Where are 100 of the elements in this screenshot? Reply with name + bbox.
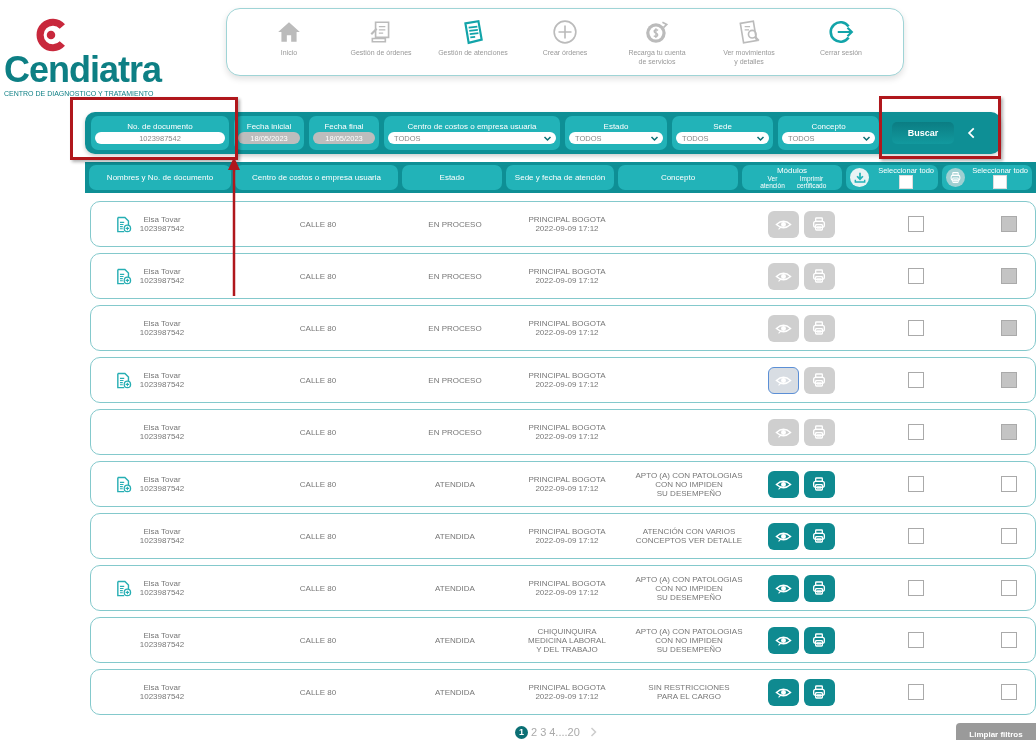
- print-checkbox[interactable]: [1001, 632, 1017, 648]
- print-checkbox[interactable]: [1001, 476, 1017, 492]
- cost-center-cell-text: CALLE 80: [298, 323, 338, 333]
- filter-label: Estado: [603, 122, 629, 131]
- download-checkbox[interactable]: [908, 684, 924, 700]
- patient-name-document: Elsa Tovar 1023987542: [139, 215, 185, 233]
- site-date-cell: PRINCIPAL BOGOTA 2022-09-09 17:12: [528, 319, 606, 337]
- printer-icon: [811, 632, 827, 648]
- cost-center-cell-text: CALLE 80: [298, 687, 338, 697]
- download-checkbox[interactable]: [908, 424, 924, 440]
- patient-name-document: Elsa Tovar 1023987542: [139, 267, 185, 285]
- status-cell-text: EN PROCESO: [427, 323, 483, 333]
- document-plus-icon[interactable]: [115, 215, 132, 233]
- concept-cell: APTO (A) CON PATOLOGIAS CON NO IMPIDEN SU DESEMPEÑO: [635, 470, 743, 498]
- filter-label: Centro de costos o empresa usuaria: [407, 122, 537, 131]
- search-button[interactable]: Buscar: [892, 122, 954, 144]
- view-button[interactable]: [767, 626, 799, 654]
- printer-icon: [811, 684, 827, 700]
- view-button[interactable]: [767, 470, 799, 498]
- cost-center-cell-text: CALLE 80: [298, 583, 338, 593]
- clear-filters-button[interactable]: Limpiar filtros: [956, 723, 1036, 740]
- view-button[interactable]: [767, 522, 799, 550]
- print-button[interactable]: [803, 470, 835, 498]
- column-header: Módulos: [776, 166, 808, 175]
- site-date-cell: PRINCIPAL BOGOTA 2022-09-09 17:12: [528, 423, 606, 441]
- download-checkbox[interactable]: [908, 268, 924, 284]
- column-header: Estado: [402, 165, 502, 190]
- site-date-cell: PRINCIPAL BOGOTA 2022-09-09 17:12: [528, 267, 606, 285]
- cost-center-cell-text: CALLE 80: [298, 479, 338, 489]
- print-button[interactable]: [803, 574, 835, 602]
- printer-icon: [811, 476, 827, 492]
- page-link[interactable]: 4....20: [549, 726, 580, 738]
- select-all-checkbox[interactable]: [899, 175, 914, 189]
- cost-center-cell-text: CALLE 80: [298, 531, 338, 541]
- coin-arrow-icon: [644, 19, 670, 45]
- column-header: Nombres y No. de documento: [89, 165, 231, 190]
- cost-center-cell-text: CALLE 80: [298, 219, 338, 229]
- printer-icon: [811, 320, 827, 336]
- page-link[interactable]: 2: [531, 726, 538, 738]
- cost-center-cell-text: CALLE 80: [298, 635, 338, 645]
- printer-icon: [811, 372, 827, 388]
- concept-cell: SIN RESTRICCIONES PARA EL CARGO: [648, 683, 730, 701]
- download-checkbox[interactable]: [908, 580, 924, 596]
- printer-icon: [811, 528, 827, 544]
- view-button[interactable]: [767, 678, 799, 706]
- patient-name-document: Elsa Tovar 1023987542: [139, 319, 185, 337]
- printer-icon: [811, 424, 827, 440]
- column-header: Concepto: [618, 165, 738, 190]
- printer-icon: [811, 268, 827, 284]
- concept-cell: APTO (A) CON PATOLOGIAS CON NO IMPIDEN SU DESEMPEÑO: [635, 626, 743, 654]
- logout-icon: [828, 19, 854, 45]
- download-checkbox[interactable]: [908, 320, 924, 336]
- site-date-cell: PRINCIPAL BOGOTA 2022-09-09 17:12: [528, 475, 606, 493]
- status-cell-text: ATENDIDA: [434, 583, 476, 593]
- status-cell-text: ATENDIDA: [434, 635, 476, 645]
- filter-label: Sede: [713, 122, 732, 131]
- print-button[interactable]: [803, 522, 835, 550]
- print-button[interactable]: [803, 678, 835, 706]
- filter-label: Fecha inicial: [246, 122, 292, 131]
- print-button[interactable]: [803, 626, 835, 654]
- print-checkbox[interactable]: [1001, 528, 1017, 544]
- document-plus-icon[interactable]: [115, 371, 132, 389]
- download-checkbox[interactable]: [908, 372, 924, 388]
- cost-center-cell-text: CALLE 80: [298, 375, 338, 385]
- view-button[interactable]: [767, 366, 799, 394]
- patient-name-document: Elsa Tovar 1023987542: [139, 475, 185, 493]
- page-link[interactable]: 1: [515, 725, 528, 739]
- document-plus-icon[interactable]: [115, 475, 132, 493]
- concept-cell: APTO (A) CON PATOLOGIAS CON NO IMPIDEN SU DESEMPEÑO: [635, 574, 743, 602]
- logo-mark-icon: [34, 18, 68, 52]
- view-button[interactable]: [767, 574, 799, 602]
- cost-center-cell-text: CALLE 80: [298, 271, 338, 281]
- document-plus-icon[interactable]: [115, 267, 132, 285]
- patient-name-document: Elsa Tovar 1023987542: [139, 371, 185, 389]
- plus-circle-icon: [552, 19, 578, 45]
- filter-label: No. de documento: [127, 122, 193, 131]
- concept-cell: ATENCIÓN CON VARIOS CONCEPTOS VER DETALLE: [635, 527, 743, 545]
- patient-name-document: Elsa Tovar 1023987542: [139, 631, 185, 649]
- patient-name-document: Elsa Tovar 1023987542: [139, 527, 185, 545]
- cost-center-cell-text: CALLE 80: [298, 427, 338, 437]
- printer-icon: [811, 216, 827, 232]
- printer-icon: [811, 580, 827, 596]
- filter-label: Concepto: [811, 122, 846, 131]
- patient-name-document: Elsa Tovar 1023987542: [139, 423, 185, 441]
- page-link[interactable]: 3: [540, 726, 547, 738]
- print-checkbox[interactable]: [1001, 684, 1017, 700]
- download-checkbox[interactable]: [908, 476, 924, 492]
- column-header: Sede y fecha de atención: [506, 165, 614, 190]
- download-checkbox[interactable]: [908, 528, 924, 544]
- print-checkbox[interactable]: [1001, 580, 1017, 596]
- site-date-cell: PRINCIPAL BOGOTA 2022-09-09 17:12: [528, 527, 606, 545]
- patient-name-document: Elsa Tovar 1023987542: [139, 579, 185, 597]
- download-icon[interactable]: [852, 170, 867, 185]
- patient-name-document: Elsa Tovar 1023987542: [139, 683, 185, 701]
- download-checkbox[interactable]: [908, 216, 924, 232]
- site-date-cell: PRINCIPAL BOGOTA 2022-09-09 17:12: [528, 579, 606, 597]
- download-checkbox[interactable]: [908, 632, 924, 648]
- filter-label: Fecha final: [324, 122, 364, 131]
- status-cell-text: ATENDIDA: [434, 531, 476, 541]
- document-plus-icon[interactable]: [115, 579, 132, 597]
